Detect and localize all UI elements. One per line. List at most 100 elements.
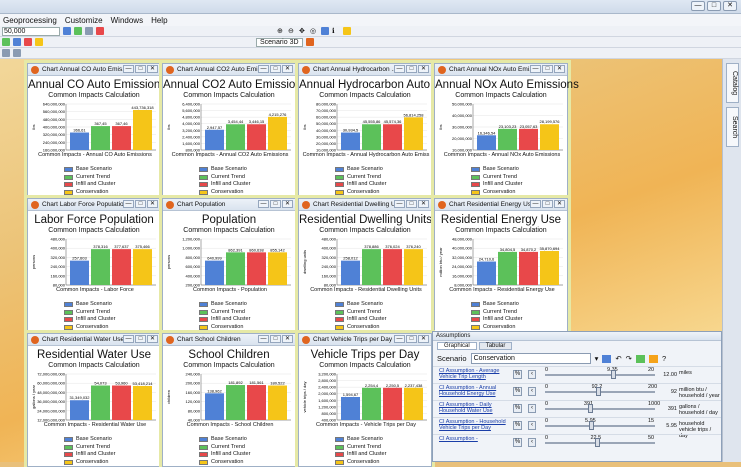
- chart-titlebar[interactable]: Chart Population — □ ✕: [163, 199, 295, 211]
- chart-window[interactable]: Chart Annual CO Auto Emis... — □ ✕ Annual C…: [27, 63, 166, 197]
- bar[interactable]: [226, 124, 245, 150]
- bar[interactable]: [133, 109, 152, 150]
- bar[interactable]: [383, 124, 402, 150]
- chart-window[interactable]: Chart Residential Energy Use — □ ✕ Resident…: [434, 198, 568, 332]
- bar[interactable]: [133, 249, 152, 285]
- minimize-button[interactable]: —: [394, 335, 405, 343]
- maximize-button[interactable]: □: [270, 335, 281, 343]
- chart-window[interactable]: Chart Residential Dwelling Un... — □ ✕ Resi…: [298, 198, 432, 332]
- bar[interactable]: [498, 251, 517, 285]
- lock-icon[interactable]: %: [513, 370, 522, 379]
- assumption-link[interactable]: CI Assumption - Daily Household Water Us…: [439, 402, 507, 415]
- chart-titlebar[interactable]: Chart Residential Water Use — □ ✕: [28, 334, 160, 346]
- maximize-button[interactable]: □: [406, 335, 417, 343]
- assumptions-titlebar[interactable]: Assumptions: [433, 332, 721, 341]
- maximize-button[interactable]: □: [406, 65, 417, 73]
- close-button[interactable]: ✕: [147, 335, 158, 343]
- chart-titlebar[interactable]: Chart Annual NOx Auto Emi... — □ ✕: [435, 64, 567, 76]
- bar[interactable]: [341, 260, 360, 285]
- bar[interactable]: [112, 249, 131, 285]
- chart-window[interactable]: Chart Annual Hydrocarbon ... — □ ✕ Annual H…: [298, 63, 459, 197]
- minimize-button[interactable]: —: [530, 65, 541, 73]
- bar[interactable]: [268, 116, 287, 150]
- bar[interactable]: [540, 250, 559, 285]
- slider-track[interactable]: [545, 408, 655, 410]
- slider-track[interactable]: [545, 425, 655, 427]
- slider-thumb[interactable]: [611, 370, 616, 379]
- assumption-link[interactable]: CI Assumption - Average Vehicle Trip Len…: [439, 368, 507, 381]
- bar[interactable]: [540, 124, 559, 150]
- minimize-button[interactable]: —: [123, 200, 134, 208]
- chart-titlebar[interactable]: Chart School Children — □ ✕: [163, 334, 295, 346]
- close-button[interactable]: ✕: [282, 65, 293, 73]
- lock-icon[interactable]: %: [513, 438, 522, 447]
- chart-window[interactable]: Chart Vehicle Trips per Day — □ ✕ Vehicle T…: [298, 333, 432, 467]
- assumption-value[interactable]: 92: [661, 389, 677, 395]
- identify-icon[interactable]: ℹ: [332, 27, 340, 35]
- tab-tabular[interactable]: Tabular: [478, 342, 513, 350]
- lock-icon[interactable]: %: [513, 387, 522, 396]
- editor-icon[interactable]: [74, 27, 82, 35]
- add-data-icon[interactable]: [63, 27, 71, 35]
- chart-window[interactable]: Chart Labor Force Population — □ ✕ Labor Fo…: [27, 198, 161, 332]
- bar[interactable]: [268, 385, 287, 421]
- select-icon[interactable]: [321, 27, 329, 35]
- text-icon[interactable]: [13, 49, 21, 57]
- bar[interactable]: [133, 385, 152, 420]
- close-button[interactable]: ✕: [282, 200, 293, 208]
- bar[interactable]: [247, 124, 266, 150]
- chart-icon[interactable]: [13, 38, 21, 46]
- close-button[interactable]: ✕: [147, 65, 158, 73]
- close-button[interactable]: ✕: [418, 65, 429, 73]
- minimize-button[interactable]: —: [258, 65, 269, 73]
- minimize-button[interactable]: —: [530, 200, 541, 208]
- redo-icon[interactable]: ↷: [626, 354, 632, 363]
- catalog-tab[interactable]: Catalog: [726, 63, 739, 103]
- slider-track[interactable]: [545, 442, 655, 444]
- zoom-in-icon[interactable]: ⊕: [277, 27, 285, 35]
- scenario-refresh-icon[interactable]: [305, 38, 314, 46]
- assumption-value[interactable]: 391: [661, 406, 677, 412]
- chart-titlebar[interactable]: Chart Vehicle Trips per Day — □ ✕: [299, 334, 431, 346]
- minimize-button[interactable]: —: [691, 1, 705, 11]
- bar[interactable]: [226, 385, 245, 420]
- slider-thumb[interactable]: [595, 387, 601, 396]
- chart-window[interactable]: Chart School Children — □ ✕ School Children…: [162, 333, 296, 467]
- bar[interactable]: [247, 252, 266, 285]
- bar[interactable]: [91, 385, 110, 421]
- close-button[interactable]: ✕: [723, 1, 737, 11]
- chart-titlebar[interactable]: Chart Residential Energy Use — □ ✕: [435, 199, 567, 211]
- bar[interactable]: [362, 249, 381, 285]
- bar[interactable]: [70, 260, 89, 285]
- close-button[interactable]: ✕: [418, 200, 429, 208]
- bar[interactable]: [247, 385, 266, 420]
- bar[interactable]: [91, 249, 110, 285]
- lock-icon[interactable]: %: [513, 421, 522, 430]
- bar[interactable]: [70, 400, 89, 420]
- lock-icon[interactable]: %: [513, 404, 522, 413]
- close-button[interactable]: ✕: [418, 335, 429, 343]
- bar[interactable]: [404, 249, 423, 285]
- assumption-link[interactable]: CI Assumption - Annual Household Energy …: [439, 385, 507, 398]
- slider-thumb[interactable]: [587, 404, 593, 413]
- assumption-link[interactable]: CI Assumption -: [439, 436, 507, 442]
- zoom-out-icon[interactable]: ⊖: [288, 27, 296, 35]
- help-icon[interactable]: ?: [662, 354, 666, 363]
- step-back-icon[interactable]: ‹: [528, 370, 536, 379]
- maximize-button[interactable]: □: [542, 200, 553, 208]
- maximize-button[interactable]: □: [135, 200, 146, 208]
- bar[interactable]: [477, 135, 496, 150]
- undo-icon[interactable]: ↶: [615, 354, 621, 363]
- bar[interactable]: [205, 260, 224, 285]
- bar[interactable]: [362, 124, 381, 150]
- close-button[interactable]: ✕: [554, 65, 565, 73]
- chart-titlebar[interactable]: Chart Residential Dwelling Un... — □ ✕: [299, 199, 431, 211]
- draw-icon[interactable]: [2, 49, 10, 57]
- bar[interactable]: [519, 128, 538, 150]
- bar[interactable]: [341, 397, 360, 420]
- step-back-icon[interactable]: ‹: [528, 438, 536, 447]
- menu-help[interactable]: Help: [151, 16, 167, 25]
- scenario-select[interactable]: Conservation: [470, 353, 591, 364]
- bar[interactable]: [362, 387, 381, 420]
- close-button[interactable]: ✕: [554, 200, 565, 208]
